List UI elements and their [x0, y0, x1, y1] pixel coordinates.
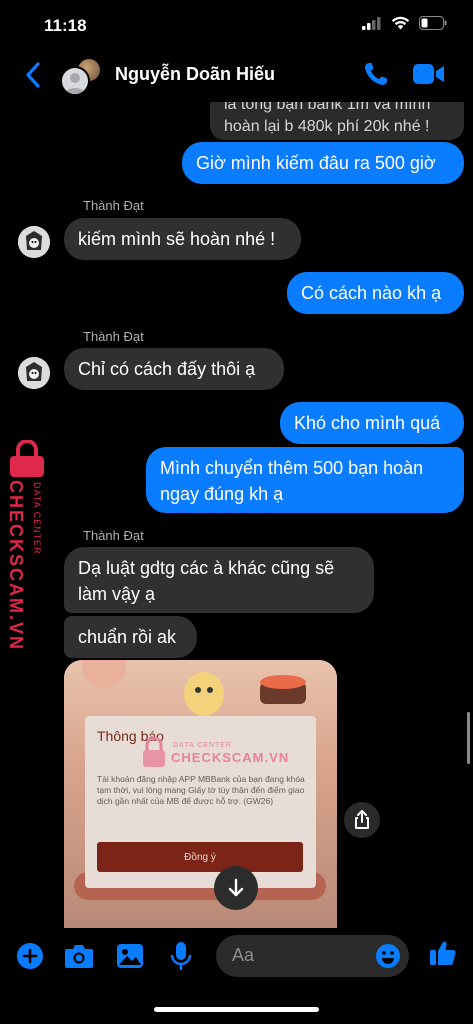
- message-incoming[interactable]: Dạ luật gdtg các à khác cũng sẽ làm vậy …: [64, 547, 374, 613]
- cartoon-illustration: [82, 660, 306, 716]
- scrollbar[interactable]: [467, 712, 470, 764]
- cartoon-avatar-icon: [18, 226, 50, 258]
- watermark-caption: DATA CENTER: [173, 742, 232, 749]
- message-text: Giờ mình kiếm đâu ra 500 giờ: [196, 153, 436, 173]
- contact-name[interactable]: Nguyễn Doãn Hiếu: [115, 64, 275, 85]
- watermark-caption: DATA CENTER: [32, 482, 42, 555]
- message-text: là tổng bạn bank 1m và mình: [224, 102, 431, 113]
- message-outgoing[interactable]: Giờ mình kiếm đâu ra 500 giờ: [182, 142, 464, 184]
- message-input[interactable]: Aa: [216, 935, 409, 977]
- like-icon[interactable]: [429, 939, 457, 967]
- sender-name: Thành Đạt: [83, 329, 144, 344]
- mic-icon[interactable]: [170, 941, 192, 971]
- composer-bar: Aa: [0, 928, 473, 988]
- message-incoming[interactable]: chuẩn rồi ak: [64, 616, 197, 658]
- side-watermark: CHECKSCAM.VN DATA CENTER: [0, 440, 60, 651]
- watermark-main-text: CHECKSCAM.VN: [6, 480, 26, 652]
- message-text: Có cách nào kh ạ: [301, 283, 442, 303]
- dialog-confirm-button: Đồng ý: [97, 842, 303, 872]
- message-text: Khó cho mình quá: [294, 413, 441, 433]
- sender-name: Thành Đạt: [83, 528, 144, 543]
- battery-icon: [419, 16, 447, 30]
- message-outgoing[interactable]: Mình chuyển thêm 500 bạn hoàn ngay đúng …: [146, 447, 464, 513]
- gallery-icon[interactable]: [116, 943, 144, 969]
- video-icon[interactable]: [413, 63, 445, 85]
- status-time: 11:18: [44, 16, 87, 35]
- group-avatar[interactable]: [60, 57, 106, 97]
- signal-icon: [362, 16, 381, 30]
- sender-avatar[interactable]: [18, 357, 50, 389]
- scroll-to-bottom-button[interactable]: [214, 866, 258, 910]
- message-text: hoàn lại b 480k phí 20k nhé !: [224, 118, 430, 135]
- lock-watermark-icon: [143, 736, 165, 767]
- message-text: ngay đúng kh ạ: [160, 484, 284, 504]
- watermark-text: CHECKSCAM.VN: [171, 750, 290, 765]
- default-person-icon: [65, 73, 85, 94]
- cartoon-avatar-icon: [18, 357, 50, 389]
- message-input-placeholder: Aa: [232, 945, 255, 965]
- status-bar: 11:18: [0, 0, 473, 50]
- message-text: chuẩn rồi ak: [78, 627, 177, 647]
- image-background: Thông báo DATA CENTER CHECKSCAM.VN Tài k…: [64, 660, 337, 928]
- avatar-primary: [60, 66, 90, 96]
- image-attachment[interactable]: Thông báo DATA CENTER CHECKSCAM.VN Tài k…: [64, 660, 337, 928]
- back-icon[interactable]: [22, 61, 46, 89]
- message-text: Chỉ có cách đấy thôi ạ: [78, 359, 256, 379]
- message-outgoing[interactable]: Khó cho mình quá: [280, 402, 464, 444]
- sender-name: Thành Đạt: [83, 198, 144, 213]
- arrow-down-icon: [228, 878, 244, 897]
- message-text: kiếm mình sẽ hoàn nhé !: [78, 229, 276, 249]
- notice-dialog: Thông báo DATA CENTER CHECKSCAM.VN Tài k…: [85, 716, 316, 888]
- sender-avatar[interactable]: [18, 226, 50, 258]
- message-list[interactable]: là tổng bạn bank 1m và mình hoàn lại b 4…: [0, 102, 473, 928]
- camera-icon[interactable]: [64, 943, 94, 969]
- message-text: Dạ luật gdtg các à khác cũng sẽ: [78, 558, 335, 578]
- message-outgoing-partial[interactable]: là tổng bạn bank 1m và mình hoàn lại b 4…: [210, 102, 464, 140]
- wifi-icon: [391, 16, 410, 30]
- message-text: làm vậy ạ: [78, 584, 156, 604]
- message-outgoing[interactable]: Có cách nào kh ạ: [287, 272, 464, 314]
- share-button[interactable]: [344, 802, 380, 838]
- conversation-header: Nguyễn Doãn Hiếu: [0, 50, 473, 102]
- home-indicator: [154, 1007, 319, 1012]
- message-incoming[interactable]: Chỉ có cách đấy thôi ạ: [64, 348, 284, 390]
- phone-icon[interactable]: [363, 61, 389, 87]
- message-incoming[interactable]: kiếm mình sẽ hoàn nhé !: [64, 218, 301, 260]
- status-icons: [362, 16, 447, 30]
- message-text: Mình chuyển thêm 500 bạn hoàn: [160, 458, 424, 478]
- emoji-icon[interactable]: [375, 943, 401, 969]
- lock-watermark-icon: [10, 440, 44, 477]
- plus-icon[interactable]: [16, 942, 44, 970]
- dialog-body: Tài khoản đăng nhập APP MBBank của bạn đ…: [97, 774, 305, 806]
- share-icon: [355, 810, 369, 829]
